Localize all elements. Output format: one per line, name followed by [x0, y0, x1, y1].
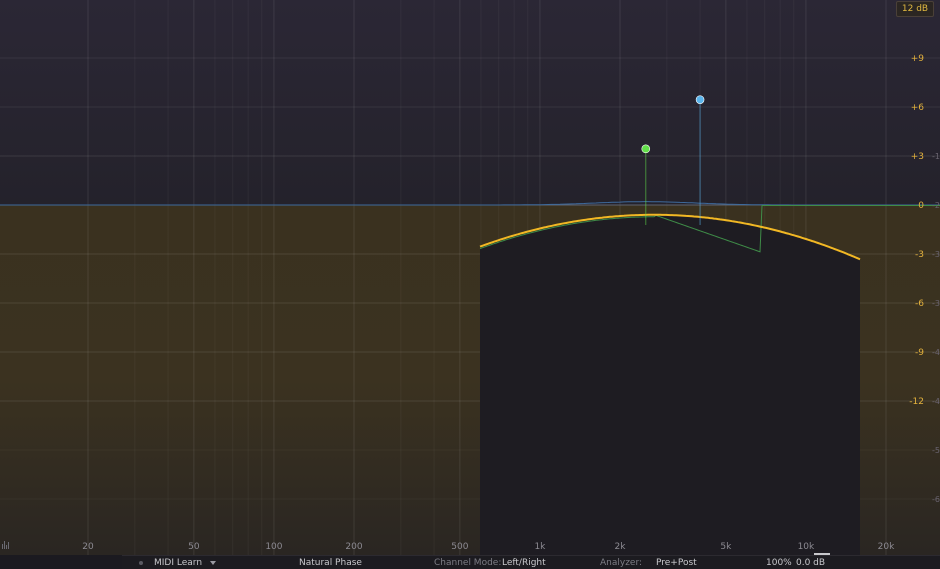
- filter-response-area: [480, 214, 860, 555]
- eq-display[interactable]: +9 +6 +3 0 -3 -6 -9 -12 -18 -24 -30 -36 -42 -48 -54 -60…: [0, 0, 940, 569]
- phase-mode-button[interactable]: Natural Phase: [299, 556, 362, 569]
- analyzer-scale-label: -18: [932, 152, 940, 161]
- band-1-handle[interactable]: [641, 144, 651, 154]
- midi-dropdown-icon[interactable]: [210, 561, 216, 565]
- gain-scale-label: -3: [915, 250, 924, 260]
- zoom-level[interactable]: 100%: [766, 556, 792, 569]
- eq-graph[interactable]: +9 +6 +3 0 -3 -6 -9 -12 -18 -24 -30 -36 -42 -48 -54 -60…: [0, 0, 940, 555]
- analyzer-label: Analyzer:: [600, 558, 643, 568]
- freq-scale-label: 2k: [615, 542, 627, 552]
- channel-mode-label: Channel Mode:: [434, 558, 502, 568]
- gain-scale-label: +9: [911, 54, 925, 64]
- gain-scale-label: +3: [911, 152, 924, 162]
- channel-mode-value[interactable]: Left/Right: [502, 556, 546, 569]
- freq-scale-label: 5k: [720, 542, 732, 552]
- analyzer-scale-label: -48: [932, 397, 940, 406]
- freq-scale-label: 50: [188, 542, 200, 552]
- gain-scale-label: -6: [915, 299, 924, 309]
- band-2-handle[interactable]: [695, 95, 705, 104]
- analyzer-scale-label: -42: [932, 348, 940, 357]
- bottom-bar: MIDI Learn Natural Phase Channel Mode: L…: [122, 553, 940, 569]
- freq-scale-label: 10k: [798, 542, 815, 552]
- gain-scale-label: +6: [911, 103, 925, 113]
- upper-area: [0, 0, 940, 205]
- freq-scale-label: 20: [82, 542, 94, 552]
- gain-scale-label: -12: [909, 397, 924, 407]
- gain-scale-label: -9: [915, 348, 924, 358]
- freq-scale-label: 100: [265, 542, 282, 552]
- freq-scale-label: 20k: [878, 542, 895, 552]
- freq-scale-label: 200: [345, 542, 362, 552]
- analyzer-value[interactable]: Pre+Post: [656, 556, 697, 569]
- output-gain-indicator: [814, 553, 830, 555]
- db-range-button[interactable]: 12 dB: [896, 1, 934, 17]
- analyzer-scale-label: -60: [932, 495, 940, 504]
- midi-learn-button[interactable]: MIDI Learn: [154, 556, 202, 569]
- midi-indicator: [139, 561, 143, 565]
- freq-scale-label: 500: [451, 542, 468, 552]
- analyzer-scale-label: -36: [932, 299, 940, 308]
- freq-scale-label: 1k: [534, 542, 546, 552]
- analyzer-icon[interactable]: [2, 541, 10, 549]
- analyzer-scale-label: -24: [932, 201, 940, 210]
- output-gain[interactable]: 0.0 dB: [796, 556, 825, 569]
- analyzer-scale-label: -54: [932, 446, 940, 455]
- gain-scale-label: 0: [918, 201, 924, 211]
- analyzer-scale-label: -30: [932, 250, 940, 259]
